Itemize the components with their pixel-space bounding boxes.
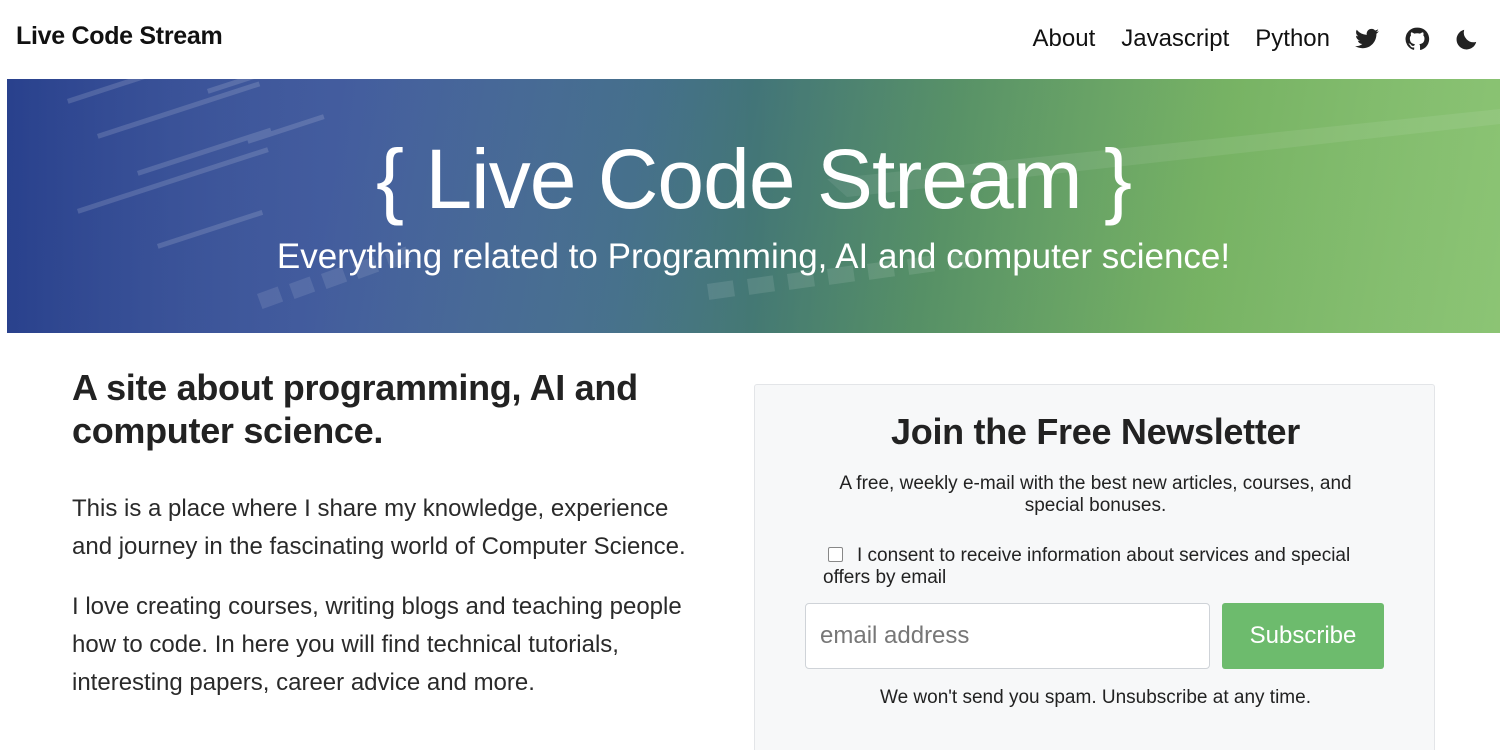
nav-link-python[interactable]: Python <box>1255 25 1330 53</box>
site-brand[interactable]: Live Code Stream <box>16 22 223 51</box>
github-icon[interactable] <box>1404 26 1430 52</box>
intro-paragraph: I love creating courses, writing blogs a… <box>72 593 682 696</box>
hero-title: { Live Code Stream } <box>375 132 1132 226</box>
hero-subtitle: Everything related to Programming, AI an… <box>276 237 1231 276</box>
hero-banner: { Live Code Stream } Everything related … <box>7 79 1500 333</box>
newsletter-title: Join the Free Newsletter <box>891 411 1300 452</box>
newsletter-footnote: We won't send you spam. Unsubscribe at a… <box>880 687 1311 708</box>
consent-row: I consent to receive information about s… <box>823 545 1363 589</box>
intro-section: A site about programming, AI and compute… <box>72 366 702 702</box>
newsletter-card: Join the Free Newsletter A free, weekly … <box>754 384 1435 750</box>
twitter-icon[interactable] <box>1354 26 1380 52</box>
intro-heading: A site about programming, AI and compute… <box>72 367 638 451</box>
consent-checkbox[interactable] <box>828 547 843 562</box>
nav-links: About Javascript Python <box>1007 20 1480 58</box>
top-navbar: Live Code Stream About Javascript Python <box>0 0 1500 78</box>
nav-link-javascript[interactable]: Javascript <box>1121 25 1229 53</box>
intro-paragraph: This is a place where I share my knowled… <box>72 495 686 560</box>
subscribe-button[interactable]: Subscribe <box>1222 603 1384 669</box>
newsletter-description: A free, weekly e-mail with the best new … <box>839 473 1352 516</box>
nav-link-about[interactable]: About <box>1033 25 1096 53</box>
moon-icon[interactable] <box>1454 26 1480 52</box>
consent-label: I consent to receive information about s… <box>823 545 1351 588</box>
email-input[interactable] <box>805 603 1210 669</box>
